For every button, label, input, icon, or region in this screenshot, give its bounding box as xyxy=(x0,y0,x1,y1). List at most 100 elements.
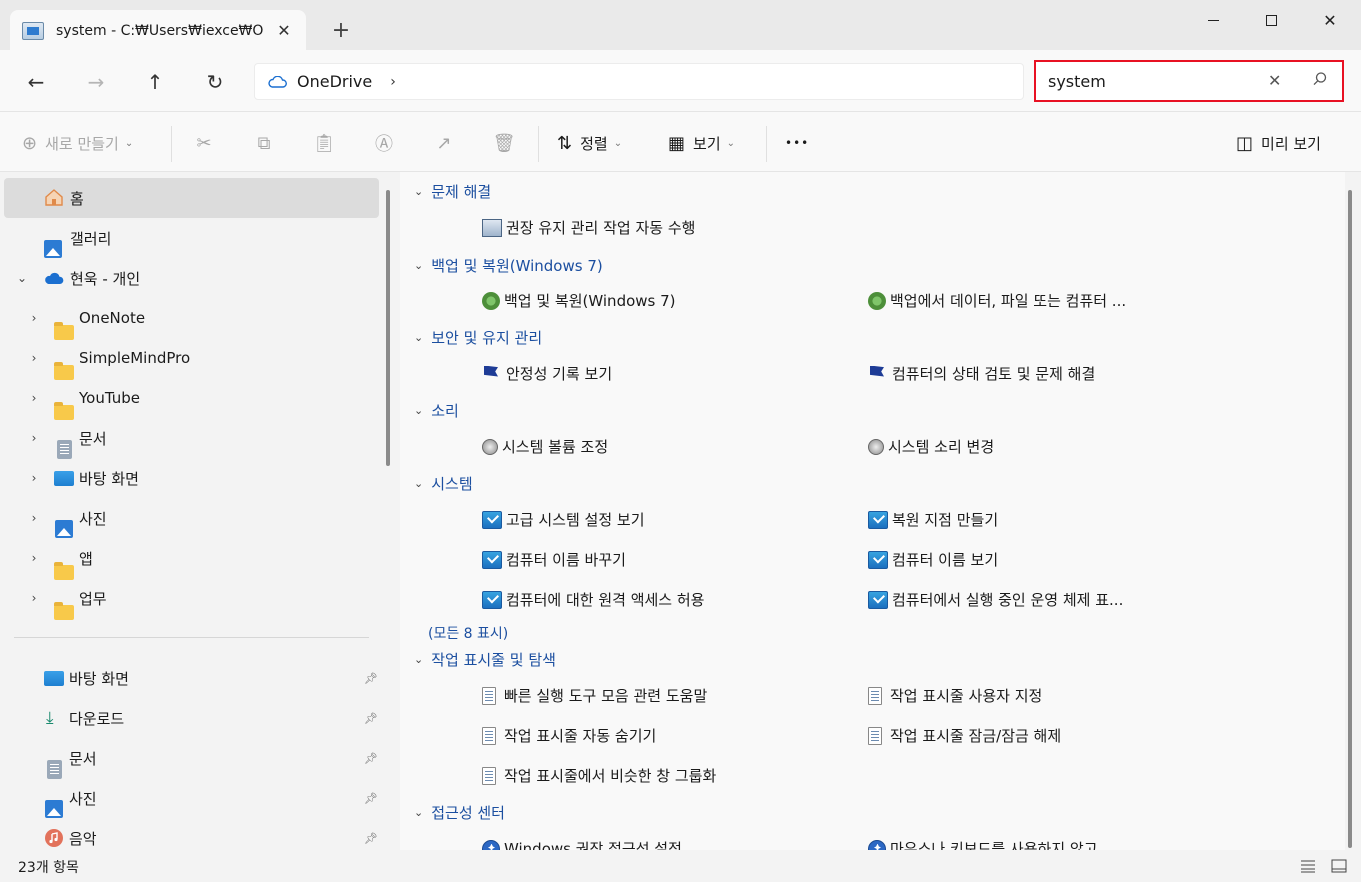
group-header-taskbar-navigation[interactable]: ⌄ 작업 표시줄 및 탐색 xyxy=(414,649,556,670)
chevron-right-icon[interactable]: › xyxy=(26,351,42,365)
sidebar-item-apps[interactable]: › 앱 xyxy=(4,538,379,580)
paste-button[interactable]: 📋︎ xyxy=(309,130,339,156)
forward-button[interactable]: → xyxy=(80,66,112,98)
rename-button[interactable]: Ⓐ xyxy=(369,130,399,156)
group-header-backup-restore[interactable]: ⌄ 백업 및 복원(Windows 7) xyxy=(414,255,603,276)
new-tab-button[interactable]: + xyxy=(326,16,356,46)
task-link[interactable]: 고급 시스템 설정 보기 xyxy=(482,509,645,530)
backup-icon xyxy=(482,291,500,310)
task-link[interactable]: 컴퓨터에 대한 원격 액세스 허용 xyxy=(482,589,704,610)
taskbar-icon xyxy=(482,726,496,745)
sidebar-item-desktop[interactable]: › 바탕 화면 xyxy=(4,458,379,498)
up-button[interactable]: ↑ xyxy=(139,66,171,98)
maximize-button[interactable] xyxy=(1251,6,1291,34)
sidebar-item-gallery[interactable]: 갤러리 xyxy=(4,218,379,258)
chevron-right-icon[interactable]: › xyxy=(26,511,42,525)
copy-button[interactable]: ⧉ xyxy=(249,130,279,156)
breadcrumb-chevron-icon[interactable]: › xyxy=(390,74,396,90)
preview-pane-button[interactable]: ◫ 미리 보기 xyxy=(1236,130,1321,156)
task-link[interactable]: 작업 표시줄 사용자 지정 xyxy=(868,685,1042,706)
sidebar-item-quick-desktop[interactable]: 바탕 화면 📌︎ xyxy=(4,658,379,698)
active-tab[interactable]: system - C:₩Users₩iexce₩One ✕ xyxy=(10,10,306,51)
group-header-ease-of-access[interactable]: ⌄ 접근성 센터 xyxy=(414,802,505,823)
task-label: 백업에서 데이터, 파일 또는 컴퓨터 ... xyxy=(890,292,1127,310)
task-link[interactable]: Windows 권장 접근성 설정 xyxy=(482,838,682,850)
sidebar-scrollbar[interactable] xyxy=(386,190,390,466)
close-window-button[interactable]: ✕ xyxy=(1310,6,1350,34)
task-link[interactable]: 복원 지점 만들기 xyxy=(868,509,998,530)
pin-icon[interactable]: 📌︎ xyxy=(364,712,378,725)
scrollbar-thumb[interactable] xyxy=(1348,190,1352,848)
breadcrumb-onedrive[interactable]: OneDrive xyxy=(297,72,372,91)
task-link[interactable]: 컴퓨터에서 실행 중인 운영 체제 표... xyxy=(868,589,1123,610)
search-box[interactable]: ✕ xyxy=(1034,60,1344,102)
search-clear-icon[interactable]: ✕ xyxy=(1268,71,1281,90)
pin-icon[interactable]: 📌︎ xyxy=(364,832,378,845)
task-link[interactable]: 작업 표시줄에서 비슷한 창 그룹화 xyxy=(482,765,716,786)
sidebar-item-quick-documents[interactable]: 문서 📌︎ xyxy=(4,738,379,779)
content-scrollbar[interactable] xyxy=(1347,190,1353,850)
details-view-button[interactable] xyxy=(1298,856,1318,876)
group-header-system[interactable]: ⌄ 시스템 xyxy=(414,473,473,494)
tab-close-icon[interactable]: ✕ xyxy=(274,21,294,40)
sidebar-item-documents[interactable]: › 문서 xyxy=(4,418,379,459)
sidebar-item-downloads[interactable]: ⤓ 다운로드 📌︎ xyxy=(4,698,379,738)
task-link[interactable]: 마우스나 키보드를 사용하지 않고 xyxy=(868,838,1098,850)
chevron-right-icon[interactable]: › xyxy=(26,591,42,605)
sidebar-item-simplemindpro[interactable]: › SimpleMindPro xyxy=(4,338,379,380)
chevron-right-icon[interactable]: › xyxy=(26,551,42,565)
group-header-sound[interactable]: ⌄ 소리 xyxy=(414,400,459,421)
chevron-down-icon[interactable]: ⌄ xyxy=(14,271,30,285)
sidebar-item-onenote[interactable]: › OneNote xyxy=(4,298,379,340)
minimize-button[interactable] xyxy=(1193,6,1233,34)
task-link[interactable]: 백업 및 복원(Windows 7) xyxy=(482,290,676,311)
chevron-right-icon[interactable]: › xyxy=(26,471,42,485)
control-panel-icon xyxy=(22,21,44,40)
sidebar-item-onedrive-personal[interactable]: ⌄ 현욱 - 개인 xyxy=(4,258,379,298)
refresh-button[interactable]: ↻ xyxy=(199,66,231,98)
group-title: 문제 해결 xyxy=(431,183,492,201)
sidebar-item-quick-pictures[interactable]: 사진 📌︎ xyxy=(4,778,379,818)
sort-button[interactable]: ⇅ 정렬 ⌄ xyxy=(557,130,622,156)
cut-button[interactable]: ✂ xyxy=(189,130,219,156)
pin-icon[interactable]: 📌︎ xyxy=(364,672,378,685)
address-bar[interactable]: OneDrive › xyxy=(254,63,1024,100)
group-header-security-maintenance[interactable]: ⌄ 보안 및 유지 관리 xyxy=(414,327,542,348)
task-link[interactable]: 빠른 실행 도구 모음 관련 도움말 xyxy=(482,685,707,706)
search-input[interactable] xyxy=(1048,71,1258,91)
delete-button[interactable]: 🗑︎ xyxy=(489,130,519,156)
pin-icon[interactable]: 📌︎ xyxy=(364,752,378,765)
task-link[interactable]: 컴퓨터 이름 보기 xyxy=(868,549,998,570)
chevron-right-icon[interactable]: › xyxy=(26,391,42,405)
task-link[interactable]: 시스템 볼륨 조정 xyxy=(482,436,608,457)
task-link[interactable]: 컴퓨터 이름 바꾸기 xyxy=(482,549,626,570)
share-button[interactable]: ↗ xyxy=(429,130,459,156)
task-link[interactable]: 작업 표시줄 잠금/잠금 해제 xyxy=(868,725,1061,746)
group-header-troubleshooting[interactable]: ⌄ 문제 해결 xyxy=(414,181,491,202)
task-link[interactable]: 작업 표시줄 자동 숨기기 xyxy=(482,725,656,746)
search-icon[interactable] xyxy=(1312,71,1330,89)
show-all-link[interactable]: (모든 8 표시) xyxy=(428,623,508,643)
view-button[interactable]: ▦ 보기 ⌄ xyxy=(668,130,735,156)
chevron-right-icon[interactable]: › xyxy=(26,431,42,445)
sidebar-item-home[interactable]: 홈 xyxy=(4,178,379,218)
minimize-icon xyxy=(1207,19,1219,21)
tiles-view-button[interactable] xyxy=(1329,856,1349,876)
sidebar-item-music[interactable]: 음악 📌︎ xyxy=(4,818,379,850)
item-count: 23개 항목 xyxy=(18,860,79,876)
new-button[interactable]: ⊕ 새로 만들기 ⌄ xyxy=(22,130,133,156)
task-link[interactable]: 백업에서 데이터, 파일 또는 컴퓨터 ... xyxy=(868,290,1126,311)
chevron-right-icon[interactable]: › xyxy=(26,311,42,325)
task-link[interactable]: 시스템 소리 변경 xyxy=(868,436,994,457)
sidebar-item-label: 문서 xyxy=(69,749,97,768)
task-link[interactable]: 컴퓨터의 상태 검토 및 문제 해결 xyxy=(868,363,1095,384)
sidebar-item-work[interactable]: › 업무 xyxy=(4,578,379,620)
back-button[interactable]: ← xyxy=(20,66,52,98)
task-label: 안정성 기록 보기 xyxy=(506,365,613,383)
sidebar-item-youtube[interactable]: › YouTube xyxy=(4,378,379,420)
task-link[interactable]: 권장 유지 관리 작업 자동 수행 xyxy=(482,217,695,238)
task-link[interactable]: 안정성 기록 보기 xyxy=(482,363,612,384)
pin-icon[interactable]: 📌︎ xyxy=(364,792,378,805)
more-options-button[interactable]: ••• xyxy=(785,130,809,156)
sidebar-item-pictures[interactable]: › 사진 xyxy=(4,498,379,538)
